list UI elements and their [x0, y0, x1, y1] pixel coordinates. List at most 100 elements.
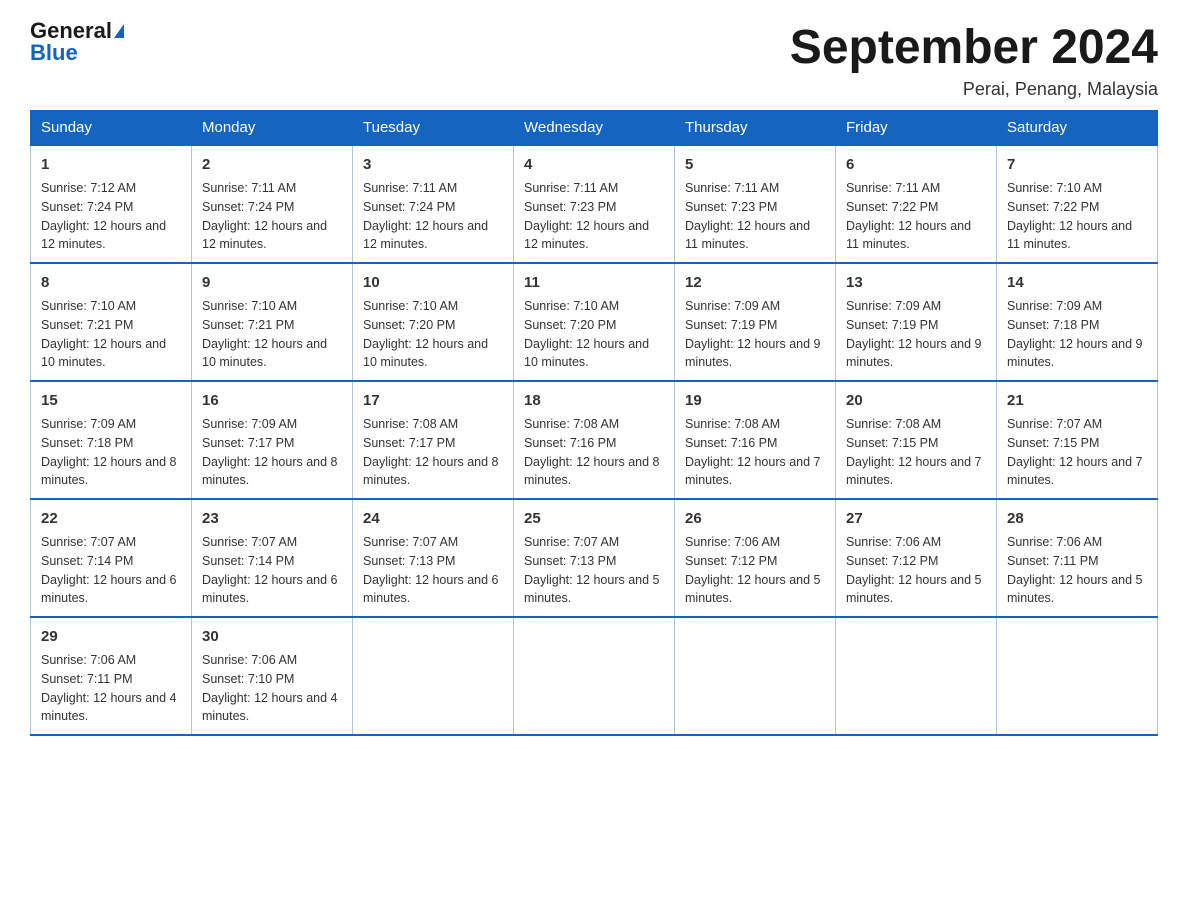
calendar-cell: 26 Sunrise: 7:06 AMSunset: 7:12 PMDaylig… [675, 499, 836, 617]
day-number: 30 [202, 626, 342, 647]
calendar-cell: 3 Sunrise: 7:11 AMSunset: 7:24 PMDayligh… [353, 145, 514, 263]
weekday-header-wednesday: Wednesday [514, 111, 675, 146]
day-info: Sunrise: 7:07 AMSunset: 7:13 PMDaylight:… [363, 533, 503, 608]
day-info: Sunrise: 7:11 AMSunset: 7:24 PMDaylight:… [363, 179, 503, 254]
day-number: 10 [363, 272, 503, 293]
calendar-cell: 22 Sunrise: 7:07 AMSunset: 7:14 PMDaylig… [31, 499, 192, 617]
day-number: 20 [846, 390, 986, 411]
page-header: General Blue September 2024 Perai, Penan… [30, 20, 1158, 100]
weekday-header-monday: Monday [192, 111, 353, 146]
day-info: Sunrise: 7:06 AMSunset: 7:12 PMDaylight:… [846, 533, 986, 608]
day-info: Sunrise: 7:09 AMSunset: 7:19 PMDaylight:… [685, 297, 825, 372]
day-number: 2 [202, 154, 342, 175]
calendar-cell: 8 Sunrise: 7:10 AMSunset: 7:21 PMDayligh… [31, 263, 192, 381]
weekday-header-row: SundayMondayTuesdayWednesdayThursdayFrid… [31, 111, 1158, 146]
calendar-cell [836, 617, 997, 735]
logo: General Blue [30, 20, 124, 64]
calendar-cell: 30 Sunrise: 7:06 AMSunset: 7:10 PMDaylig… [192, 617, 353, 735]
day-number: 17 [363, 390, 503, 411]
day-number: 21 [1007, 390, 1147, 411]
day-number: 26 [685, 508, 825, 529]
calendar-cell: 1 Sunrise: 7:12 AMSunset: 7:24 PMDayligh… [31, 145, 192, 263]
calendar-cell: 7 Sunrise: 7:10 AMSunset: 7:22 PMDayligh… [997, 145, 1158, 263]
day-number: 14 [1007, 272, 1147, 293]
calendar-table: SundayMondayTuesdayWednesdayThursdayFrid… [30, 110, 1158, 736]
title-area: September 2024 Perai, Penang, Malaysia [790, 20, 1158, 100]
day-info: Sunrise: 7:12 AMSunset: 7:24 PMDaylight:… [41, 179, 181, 254]
calendar-cell: 18 Sunrise: 7:08 AMSunset: 7:16 PMDaylig… [514, 381, 675, 499]
day-info: Sunrise: 7:09 AMSunset: 7:17 PMDaylight:… [202, 415, 342, 490]
day-info: Sunrise: 7:11 AMSunset: 7:24 PMDaylight:… [202, 179, 342, 254]
day-number: 16 [202, 390, 342, 411]
calendar-cell: 17 Sunrise: 7:08 AMSunset: 7:17 PMDaylig… [353, 381, 514, 499]
month-title: September 2024 [790, 20, 1158, 75]
day-number: 4 [524, 154, 664, 175]
day-number: 18 [524, 390, 664, 411]
calendar-cell: 5 Sunrise: 7:11 AMSunset: 7:23 PMDayligh… [675, 145, 836, 263]
day-info: Sunrise: 7:06 AMSunset: 7:10 PMDaylight:… [202, 651, 342, 726]
calendar-week-row: 8 Sunrise: 7:10 AMSunset: 7:21 PMDayligh… [31, 263, 1158, 381]
day-info: Sunrise: 7:06 AMSunset: 7:11 PMDaylight:… [1007, 533, 1147, 608]
day-info: Sunrise: 7:08 AMSunset: 7:16 PMDaylight:… [685, 415, 825, 490]
day-number: 5 [685, 154, 825, 175]
calendar-cell: 29 Sunrise: 7:06 AMSunset: 7:11 PMDaylig… [31, 617, 192, 735]
logo-general-text: General [30, 20, 112, 42]
calendar-cell: 16 Sunrise: 7:09 AMSunset: 7:17 PMDaylig… [192, 381, 353, 499]
calendar-cell: 6 Sunrise: 7:11 AMSunset: 7:22 PMDayligh… [836, 145, 997, 263]
day-number: 7 [1007, 154, 1147, 175]
day-number: 28 [1007, 508, 1147, 529]
day-number: 12 [685, 272, 825, 293]
day-info: Sunrise: 7:06 AMSunset: 7:12 PMDaylight:… [685, 533, 825, 608]
calendar-cell: 23 Sunrise: 7:07 AMSunset: 7:14 PMDaylig… [192, 499, 353, 617]
day-info: Sunrise: 7:10 AMSunset: 7:22 PMDaylight:… [1007, 179, 1147, 254]
day-number: 24 [363, 508, 503, 529]
day-info: Sunrise: 7:07 AMSunset: 7:13 PMDaylight:… [524, 533, 664, 608]
day-info: Sunrise: 7:08 AMSunset: 7:17 PMDaylight:… [363, 415, 503, 490]
calendar-cell: 14 Sunrise: 7:09 AMSunset: 7:18 PMDaylig… [997, 263, 1158, 381]
calendar-cell: 28 Sunrise: 7:06 AMSunset: 7:11 PMDaylig… [997, 499, 1158, 617]
day-info: Sunrise: 7:09 AMSunset: 7:19 PMDaylight:… [846, 297, 986, 372]
calendar-cell: 12 Sunrise: 7:09 AMSunset: 7:19 PMDaylig… [675, 263, 836, 381]
day-number: 22 [41, 508, 181, 529]
calendar-cell: 21 Sunrise: 7:07 AMSunset: 7:15 PMDaylig… [997, 381, 1158, 499]
day-number: 8 [41, 272, 181, 293]
calendar-cell: 20 Sunrise: 7:08 AMSunset: 7:15 PMDaylig… [836, 381, 997, 499]
calendar-cell: 10 Sunrise: 7:10 AMSunset: 7:20 PMDaylig… [353, 263, 514, 381]
calendar-cell [997, 617, 1158, 735]
day-info: Sunrise: 7:07 AMSunset: 7:15 PMDaylight:… [1007, 415, 1147, 490]
calendar-cell [675, 617, 836, 735]
calendar-week-row: 29 Sunrise: 7:06 AMSunset: 7:11 PMDaylig… [31, 617, 1158, 735]
day-number: 11 [524, 272, 664, 293]
calendar-cell: 24 Sunrise: 7:07 AMSunset: 7:13 PMDaylig… [353, 499, 514, 617]
calendar-cell: 11 Sunrise: 7:10 AMSunset: 7:20 PMDaylig… [514, 263, 675, 381]
calendar-cell: 13 Sunrise: 7:09 AMSunset: 7:19 PMDaylig… [836, 263, 997, 381]
weekday-header-tuesday: Tuesday [353, 111, 514, 146]
day-info: Sunrise: 7:10 AMSunset: 7:21 PMDaylight:… [41, 297, 181, 372]
day-info: Sunrise: 7:09 AMSunset: 7:18 PMDaylight:… [41, 415, 181, 490]
calendar-cell: 27 Sunrise: 7:06 AMSunset: 7:12 PMDaylig… [836, 499, 997, 617]
day-info: Sunrise: 7:06 AMSunset: 7:11 PMDaylight:… [41, 651, 181, 726]
day-number: 1 [41, 154, 181, 175]
day-info: Sunrise: 7:11 AMSunset: 7:23 PMDaylight:… [524, 179, 664, 254]
weekday-header-thursday: Thursday [675, 111, 836, 146]
weekday-header-friday: Friday [836, 111, 997, 146]
calendar-week-row: 22 Sunrise: 7:07 AMSunset: 7:14 PMDaylig… [31, 499, 1158, 617]
day-number: 19 [685, 390, 825, 411]
day-number: 6 [846, 154, 986, 175]
calendar-cell: 15 Sunrise: 7:09 AMSunset: 7:18 PMDaylig… [31, 381, 192, 499]
day-number: 29 [41, 626, 181, 647]
day-info: Sunrise: 7:11 AMSunset: 7:22 PMDaylight:… [846, 179, 986, 254]
day-number: 3 [363, 154, 503, 175]
calendar-cell [353, 617, 514, 735]
day-number: 15 [41, 390, 181, 411]
day-number: 23 [202, 508, 342, 529]
day-info: Sunrise: 7:11 AMSunset: 7:23 PMDaylight:… [685, 179, 825, 254]
calendar-week-row: 15 Sunrise: 7:09 AMSunset: 7:18 PMDaylig… [31, 381, 1158, 499]
weekday-header-sunday: Sunday [31, 111, 192, 146]
weekday-header-saturday: Saturday [997, 111, 1158, 146]
calendar-cell: 25 Sunrise: 7:07 AMSunset: 7:13 PMDaylig… [514, 499, 675, 617]
location-text: Perai, Penang, Malaysia [790, 79, 1158, 100]
day-info: Sunrise: 7:10 AMSunset: 7:20 PMDaylight:… [524, 297, 664, 372]
calendar-cell: 4 Sunrise: 7:11 AMSunset: 7:23 PMDayligh… [514, 145, 675, 263]
calendar-cell: 2 Sunrise: 7:11 AMSunset: 7:24 PMDayligh… [192, 145, 353, 263]
